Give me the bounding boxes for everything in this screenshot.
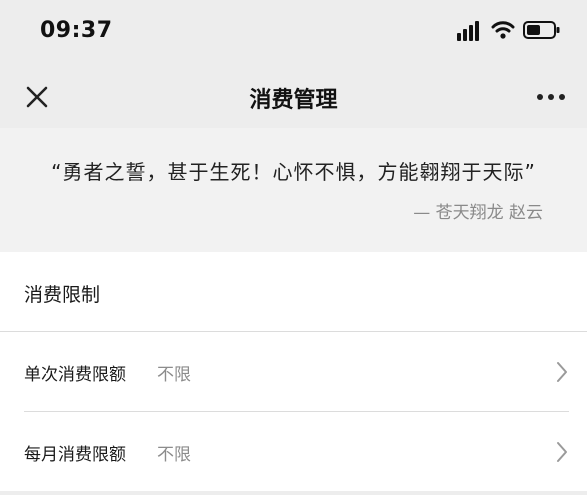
row-value: 不限 xyxy=(157,445,191,465)
bottom-divider xyxy=(0,491,587,495)
quote-text: “勇者之誓，甚于生死！心怀不惧，方能翱翔于天际” xyxy=(51,160,536,184)
status-bar: 09:37 xyxy=(0,0,587,64)
monthly-limit-row[interactable]: 每月消费限额 不限 xyxy=(0,412,587,491)
page-title: 消费管理 xyxy=(249,88,338,113)
battery-icon xyxy=(523,21,560,39)
chevron-right-icon xyxy=(557,442,567,462)
signal-icon xyxy=(457,21,479,41)
row-value: 不限 xyxy=(157,365,191,385)
quote-author: — 苍天翔龙 赵云 xyxy=(413,203,543,223)
nav-bar: 消费管理 xyxy=(0,64,587,128)
wifi-icon xyxy=(491,21,515,39)
status-icons xyxy=(457,19,569,43)
row-label: 单次消费限额 xyxy=(24,365,126,385)
more-icon xyxy=(537,94,565,100)
chevron-right-icon xyxy=(557,362,567,382)
single-limit-row[interactable]: 单次消费限额 不限 xyxy=(0,332,587,411)
status-time: 09:37 xyxy=(40,18,113,43)
row-label: 每月消费限额 xyxy=(24,445,126,465)
more-button[interactable] xyxy=(531,82,571,112)
quote-banner: “勇者之誓，甚于生死！心怀不惧，方能翱翔于天际” — 苍天翔龙 赵云 xyxy=(0,128,587,252)
section-header: 消费限制 xyxy=(0,252,587,332)
section-title: 消费限制 xyxy=(24,284,101,306)
